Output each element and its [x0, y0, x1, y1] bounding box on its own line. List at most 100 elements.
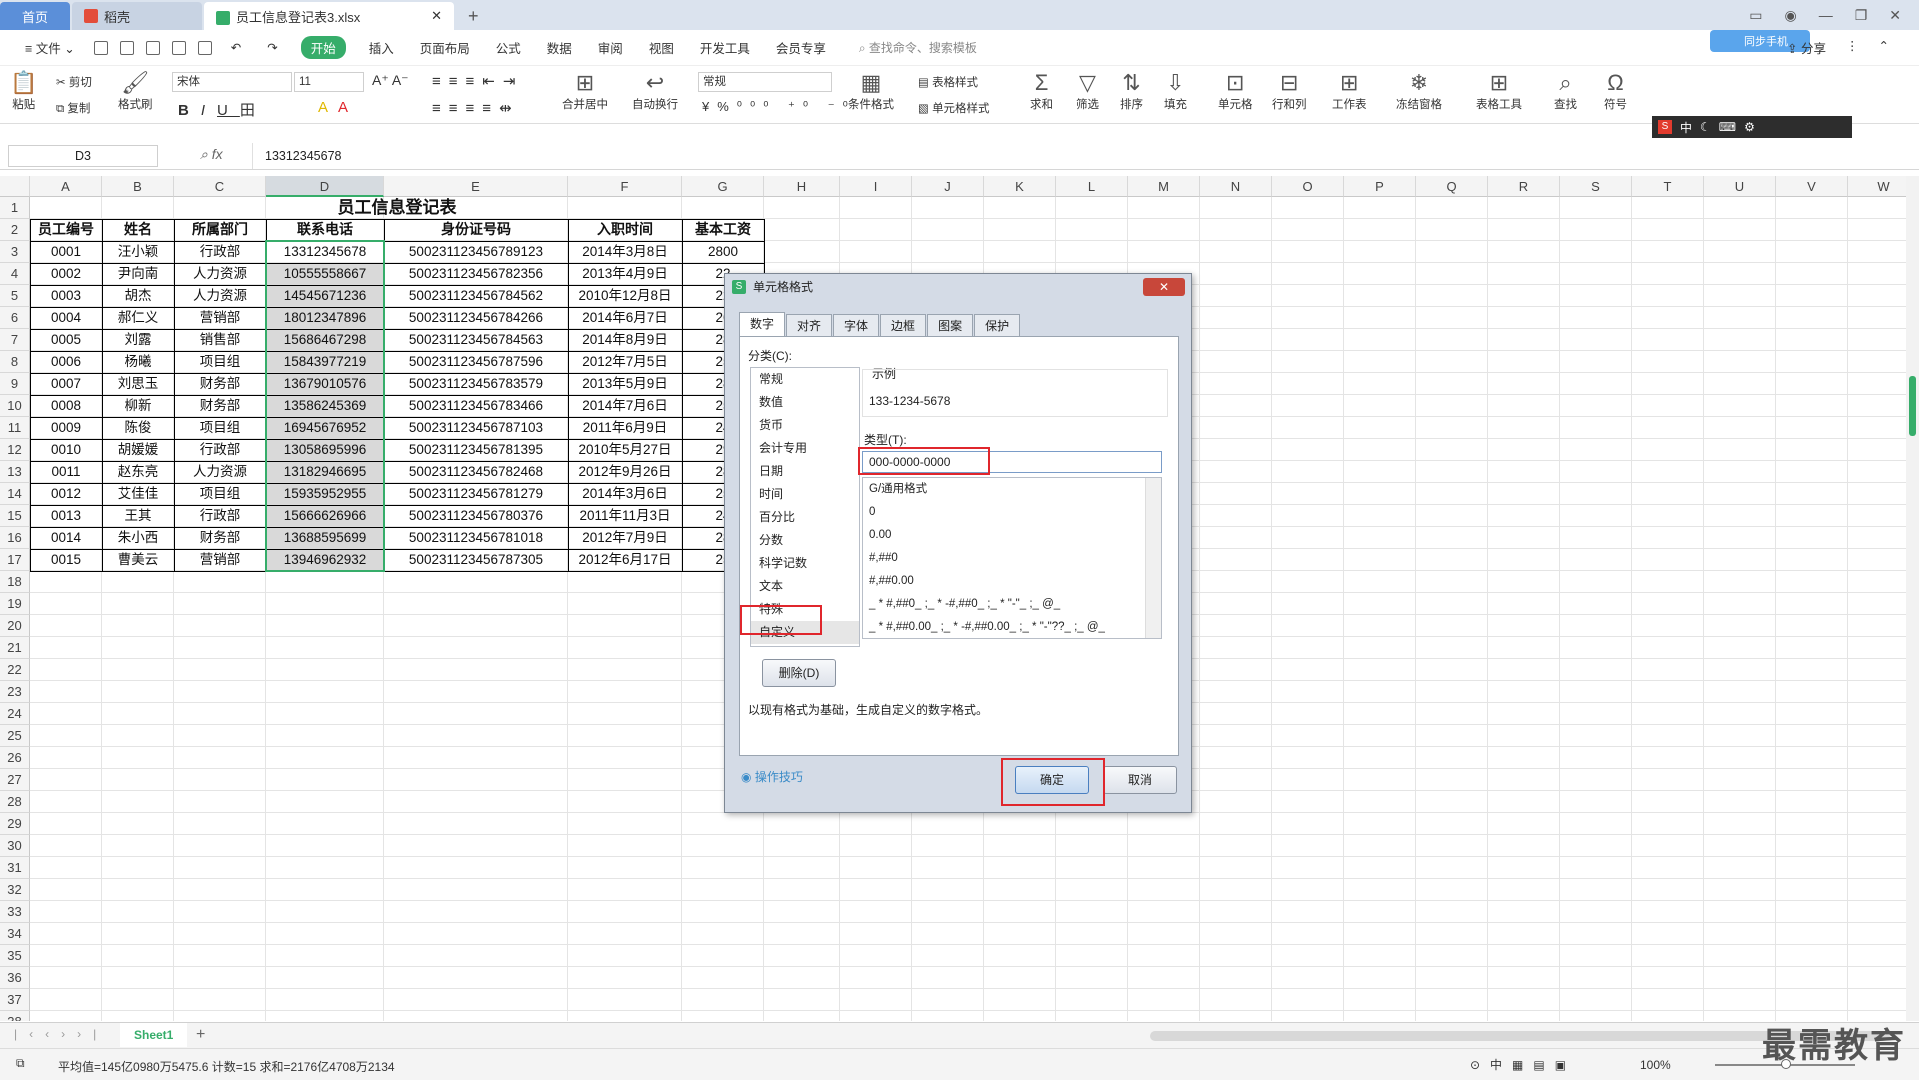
row-header[interactable]: 3 — [0, 241, 30, 263]
tab-font[interactable]: 字体 — [833, 314, 880, 336]
column-header[interactable]: M — [1128, 176, 1200, 197]
delete-button[interactable]: 删除(D) — [762, 659, 836, 687]
menu-data[interactable]: 数据 — [534, 38, 585, 57]
tab-border[interactable]: 边框 — [880, 314, 927, 336]
copy-button[interactable]: ⧉ 复制 — [56, 100, 90, 116]
table-cell[interactable]: 行政部 — [174, 439, 266, 461]
table-header-cell[interactable]: 所属部门 — [174, 219, 266, 241]
sheet-title[interactable]: 员工信息登记表 — [30, 197, 764, 219]
table-cell[interactable]: 项目组 — [174, 417, 266, 439]
table-cell[interactable]: 杨曦 — [102, 351, 174, 373]
row-header[interactable]: 11 — [0, 417, 30, 439]
cell-button[interactable]: ⊡ 单元格 — [1218, 70, 1253, 112]
table-cell[interactable]: 0006 — [30, 351, 102, 373]
type-option[interactable]: G/通用格式 — [863, 478, 1146, 501]
table-cell[interactable]: 人力资源 — [174, 285, 266, 307]
table-cell[interactable]: 2014年8月9日 — [568, 329, 682, 351]
freeze-button[interactable]: ❄ 冻结窗格 — [1396, 70, 1442, 112]
column-header[interactable]: N — [1200, 176, 1272, 197]
table-cell[interactable]: 2014年7月6日 — [568, 395, 682, 417]
font-size-select[interactable]: 11 — [294, 72, 364, 92]
sort-button[interactable]: ⇅ 排序 — [1120, 70, 1143, 112]
row-header[interactable]: 5 — [0, 285, 30, 307]
row-header[interactable]: 30 — [0, 835, 30, 857]
category-item[interactable]: 常规 — [751, 368, 859, 391]
column-header[interactable]: T — [1632, 176, 1704, 197]
table-cell[interactable]: 0014 — [30, 527, 102, 549]
row-header[interactable]: 18 — [0, 571, 30, 593]
menu-view[interactable]: 视图 — [636, 38, 687, 57]
table-cell[interactable]: 营销部 — [174, 307, 266, 329]
column-header[interactable]: F — [568, 176, 682, 197]
table-cell[interactable]: 2010年5月27日 — [568, 439, 682, 461]
table-cell[interactable]: 2011年6月9日 — [568, 417, 682, 439]
table-tools-button[interactable]: ⊞ 表格工具 — [1476, 70, 1522, 112]
table-cell[interactable]: 500231123456783579 — [384, 373, 568, 395]
collapse-icon[interactable]: ⌃ — [1879, 38, 1889, 57]
row-header[interactable]: 32 — [0, 879, 30, 901]
row-header[interactable]: 26 — [0, 747, 30, 769]
category-item[interactable]: 数值 — [751, 391, 859, 414]
table-cell[interactable]: 500231123456784562 — [384, 285, 568, 307]
column-header[interactable]: W — [1848, 176, 1906, 197]
table-cell[interactable]: 500231123456783466 — [384, 395, 568, 417]
table-cell[interactable]: 刘思玉 — [102, 373, 174, 395]
column-header[interactable]: I — [840, 176, 912, 197]
tab-workbook[interactable]: 员工信息登记表3.xlsx ✕ — [204, 2, 454, 30]
select-all-corner[interactable] — [0, 176, 30, 197]
vertical-scrollbar[interactable] — [1906, 176, 1919, 1021]
row-header[interactable]: 7 — [0, 329, 30, 351]
table-cell[interactable]: 0005 — [30, 329, 102, 351]
fill-button[interactable]: ⇩ 填充 — [1164, 70, 1187, 112]
table-cell[interactable]: 0012 — [30, 483, 102, 505]
row-header[interactable]: 25 — [0, 725, 30, 747]
table-cell[interactable]: 财务部 — [174, 527, 266, 549]
category-item[interactable]: 会计专用 — [751, 437, 859, 460]
table-cell[interactable]: 500231123456781395 — [384, 439, 568, 461]
table-cell[interactable]: 0008 — [30, 395, 102, 417]
table-header-cell[interactable]: 基本工资 — [682, 219, 764, 241]
row-header[interactable]: 13 — [0, 461, 30, 483]
share-button[interactable]: ⇪ 分享 — [1787, 38, 1826, 57]
row-header[interactable]: 31 — [0, 857, 30, 879]
column-header[interactable]: D — [266, 176, 384, 197]
column-header[interactable]: U — [1704, 176, 1776, 197]
type-option[interactable]: 0.00 — [863, 524, 1146, 547]
table-cell[interactable]: 500231123456787305 — [384, 549, 568, 571]
number-buttons[interactable]: ¥%⁰⁰⁰ ⁺⁰ ⁻⁰ — [702, 99, 856, 115]
formula-input[interactable]: 13312345678 — [252, 143, 1912, 169]
type-option[interactable]: 0 — [863, 501, 1146, 524]
table-cell[interactable]: 500231123456787596 — [384, 351, 568, 373]
zoom-level[interactable]: 100% — [1640, 1058, 1671, 1072]
row-header[interactable]: 20 — [0, 615, 30, 637]
table-cell[interactable]: 胡杰 — [102, 285, 174, 307]
font-grow-icon[interactable]: A⁺ A⁻ — [372, 72, 409, 89]
row-header[interactable]: 36 — [0, 967, 30, 989]
layout-icon[interactable]: ▭ — [1749, 7, 1762, 24]
table-cell[interactable]: 0010 — [30, 439, 102, 461]
tab-home[interactable]: 首页 — [0, 2, 70, 30]
table-cell[interactable]: 0011 — [30, 461, 102, 483]
type-option[interactable]: #,##0 — [863, 547, 1146, 570]
font-name-select[interactable]: 宋体 — [172, 72, 292, 92]
table-cell[interactable]: 2012年6月17日 — [568, 549, 682, 571]
dialog-close-button[interactable]: ✕ — [1143, 278, 1185, 296]
table-cell[interactable]: 胡媛媛 — [102, 439, 174, 461]
row-header[interactable]: 29 — [0, 813, 30, 835]
table-cell[interactable]: 2014年3月8日 — [568, 241, 682, 263]
file-menu[interactable]: ≡ 文件 ⌄ — [12, 38, 88, 57]
row-header[interactable]: 21 — [0, 637, 30, 659]
row-col-button[interactable]: ⊟ 行和列 — [1272, 70, 1307, 112]
table-cell[interactable]: 2014年6月7日 — [568, 307, 682, 329]
table-cell[interactable]: 汪小颖 — [102, 241, 174, 263]
type-option[interactable]: _ * #,##0_ ;_ * -#,##0_ ;_ * "-"_ ;_ @_ — [863, 593, 1146, 616]
category-item[interactable]: 百分比 — [751, 506, 859, 529]
table-cell[interactable]: 人力资源 — [174, 263, 266, 285]
table-cell[interactable]: 刘露 — [102, 329, 174, 351]
menu-member[interactable]: 会员专享 — [763, 38, 839, 57]
cancel-button[interactable]: 取消 — [1103, 766, 1177, 794]
conditional-format-button[interactable]: ▦ 条件格式 — [848, 70, 894, 112]
find-button[interactable]: ⌕ 查找 — [1554, 70, 1577, 112]
close-window-icon[interactable]: ✕ — [1889, 7, 1901, 24]
table-cell[interactable]: 500231123456780376 — [384, 505, 568, 527]
